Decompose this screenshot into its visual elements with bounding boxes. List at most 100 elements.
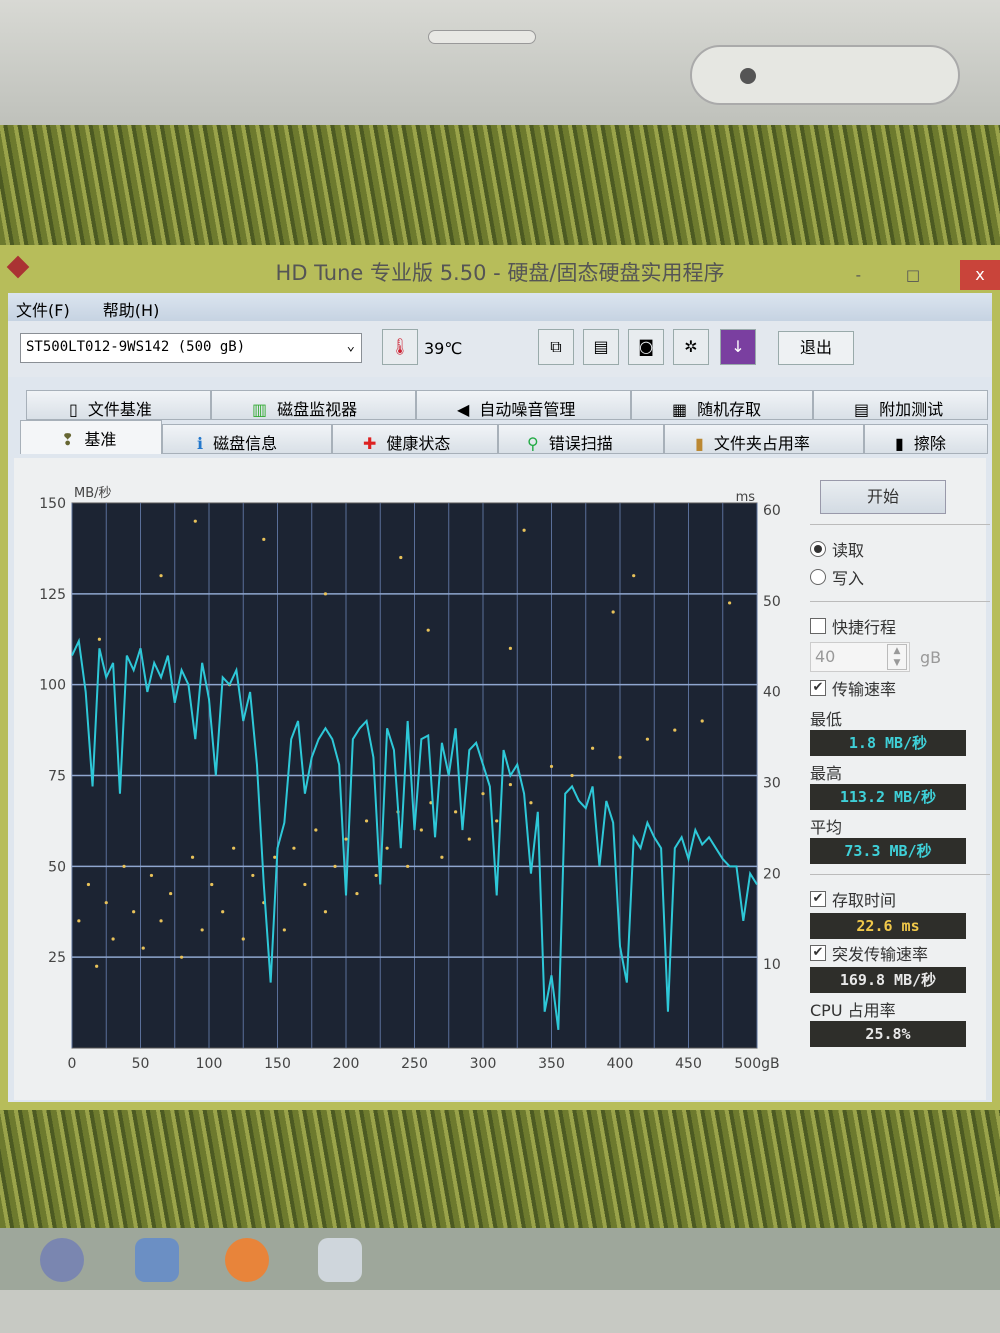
checkmark-icon: ✔ [810,945,826,961]
exit-button[interactable]: 退出 [778,331,854,365]
transfer-rate-checkbox[interactable]: ✔ 传输速率 [810,674,990,702]
magnifier-icon: ⚲ [527,434,539,453]
cpu-value: 25.8% [810,1021,966,1047]
extra-tests-icon: ▤ [854,400,870,419]
tab-label: 错误扫描 [548,434,613,453]
max-value: 113.2 MB/秒 [810,784,966,810]
menu-help[interactable]: 帮助(H) [103,301,160,320]
tab-extra-tests[interactable]: ▤ 附加测试 [813,390,988,420]
hdtune-taskbar-icon[interactable] [318,1238,362,1282]
orange-app-icon[interactable] [225,1238,269,1282]
tab-erase[interactable]: ▮ 擦除 [864,424,988,454]
webcam-housing [690,45,960,105]
tab-label: 擦除 [913,434,946,453]
tab-error-scan[interactable]: ⚲ 错误扫描 [498,424,664,454]
tab-label: 文件基准 [87,400,152,419]
random-access-icon: ▦ [672,400,688,419]
write-label: 写入 [832,569,865,588]
chevron-down-icon: ⌄ [346,338,355,354]
file-benchmark-icon: ▯ [69,400,78,419]
tab-strip: ▯ 文件基准 ▥ 磁盘监视器 ◀ 自动噪音管理 ▦ 随机存取 ▤ 附加测试 ❢ 基准 ℹ 磁盘… [8,377,992,463]
desktop-wallpaper [0,125,1000,245]
min-value: 1.8 MB/秒 [810,730,966,756]
speaker-icon: ◀ [457,400,470,419]
min-label: 最低 [810,710,843,729]
control-panel: 开始 读取 写入 快捷行程 40 ▲ ▼ gB ✔ 传输速率 最低 1.8 MB/秒 最… [810,480,990,1047]
monitor-bezel-bottom [0,1290,1000,1333]
save-down-icon[interactable]: ↓ [720,329,756,365]
menu-bar: 文件(F) 帮助(H) [8,293,992,321]
close-button[interactable]: x [960,260,1000,290]
burst-rate-checkbox[interactable]: ✔ 突发传输速率 [810,939,990,967]
avg-value: 73.3 MB/秒 [810,838,966,864]
options-icon[interactable]: ✲ [673,329,709,365]
menu-file[interactable]: 文件(F) [16,301,70,320]
tab-folder-usage[interactable]: ▮ 文件夹占用率 [664,424,864,454]
drive-select[interactable]: ST500LT012-9WS142 (500 gB) ⌄ [20,333,362,363]
minimize-maximize-buttons[interactable]: - □ [856,260,940,290]
tab-disk-info[interactable]: ℹ 磁盘信息 [162,424,332,454]
tab-label: 附加测试 [879,400,944,419]
tab-file-benchmark[interactable]: ▯ 文件基准 [26,390,211,420]
divider [810,524,990,525]
stroke-spinner: 40 ▲ ▼ gB [810,640,990,674]
trash-icon: ▮ [895,434,904,453]
divider [810,601,990,602]
stroke-input[interactable]: 40 ▲ ▼ [810,642,910,672]
copy-icon[interactable]: ⧉ [538,329,574,365]
title-bar: HD Tune 专业版 5.50 - 硬盘/固态硬盘实用程序 - □ x [0,245,1000,295]
tab-label: 基准 [84,430,117,449]
tab-noise-management[interactable]: ◀ 自动噪音管理 [416,390,631,420]
checkmark-icon: ✔ [810,891,826,907]
start-button[interactable]: 开始 [820,480,946,514]
drive-value: ST500LT012-9WS142 (500 gB) [26,339,246,355]
temperature-value: 39℃ [424,339,463,358]
access-time-checkbox[interactable]: ✔ 存取时间 [810,885,990,913]
disk-monitor-icon: ▥ [252,400,268,419]
tab-label: 磁盘信息 [213,434,278,453]
webcam-lens [740,68,756,84]
checkmark-icon: ✔ [810,680,826,696]
toolbar: ST500LT012-9WS142 (500 gB) ⌄ 🌡 39℃ ⧉ ▤ ◙ … [8,321,992,377]
info-icon: ℹ [197,434,204,453]
avg-label: 平均 [810,818,843,837]
health-cross-icon: ✚ [363,434,377,453]
tab-random-access[interactable]: ▦ 随机存取 [631,390,813,420]
folder-icon: ▮ [695,434,704,453]
tab-label: 自动噪音管理 [479,400,576,419]
tab-label: 健康状态 [386,434,451,453]
checkbox-unchecked [810,618,826,634]
tab-disk-monitor[interactable]: ▥ 磁盘监视器 [211,390,416,420]
lid-latch [428,30,536,44]
camera-icon[interactable]: ◙ [628,329,664,365]
access-label: 存取时间 [832,891,897,910]
benchmark-icon: ❢ [61,430,75,449]
tab-label: 随机存取 [697,400,762,419]
tab-benchmark[interactable]: ❢ 基准 [20,420,162,454]
access-value: 22.6 ms [810,913,966,939]
radio-unchecked [810,569,826,585]
max-label: 最高 [810,764,843,783]
read-radio[interactable]: 读取 [810,535,990,563]
stroke-unit: gB [920,647,942,667]
copy-all-icon[interactable]: ▤ [583,329,619,365]
tab-health[interactable]: ✚ 健康状态 [332,424,498,454]
short-stroke-checkbox[interactable]: 快捷行程 [810,612,990,640]
taskbar [0,1228,1000,1290]
tab-label: 磁盘监视器 [277,400,358,419]
divider [810,874,990,875]
read-label: 读取 [832,541,865,560]
burst-label: 突发传输速率 [832,945,929,964]
stroke-value: 40 [815,647,836,666]
burst-value: 169.8 MB/秒 [810,967,966,993]
window-title: HD Tune 专业版 5.50 - 硬盘/固态硬盘实用程序 [275,261,725,285]
cpu-label: CPU 占用率 [810,1001,896,1020]
spin-arrows-icon[interactable]: ▲ ▼ [887,644,907,670]
write-radio[interactable]: 写入 [810,563,990,591]
tab-label: 文件夹占用率 [713,434,810,453]
desktop-wallpaper-bottom [0,1110,1000,1228]
media-player-icon[interactable] [40,1238,84,1282]
short-stroke-label: 快捷行程 [832,618,897,637]
document-icon[interactable] [135,1238,179,1282]
transfer-rate-label: 传输速率 [832,680,897,699]
